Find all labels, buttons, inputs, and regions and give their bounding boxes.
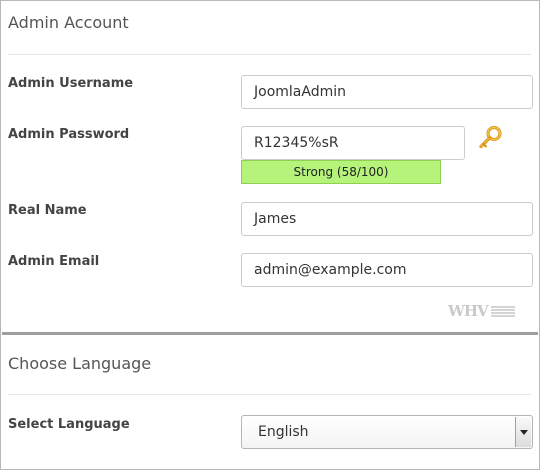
watermark-logo-lines — [490, 305, 515, 317]
password-strength-meter: Strong (58/100) — [241, 160, 441, 184]
admin-email-label: Admin Email — [8, 254, 100, 269]
language-select-value: English — [258, 424, 309, 440]
admin-email-input[interactable]: admin@example.com — [241, 253, 533, 287]
admin-password-label: Admin Password — [8, 127, 130, 142]
generate-password-button[interactable] — [477, 125, 503, 151]
dropdown-arrow-button[interactable] — [515, 417, 531, 447]
installer-panel: Admin Account Admin Username JoomlaAdmin… — [0, 0, 540, 470]
choose-language-heading: Choose Language — [8, 354, 152, 373]
real-name-label: Real Name — [8, 203, 87, 218]
watermark-logo-text: WHV — [448, 302, 489, 320]
key-icon — [479, 126, 502, 149]
admin-username-input[interactable]: JoomlaAdmin — [241, 75, 533, 109]
admin-account-heading: Admin Account — [8, 13, 129, 32]
section-divider — [2, 332, 538, 335]
divider — [8, 54, 531, 55]
chevron-down-icon — [519, 429, 528, 435]
watermark-logo: WHV — [448, 301, 515, 321]
language-select[interactable]: English — [241, 415, 533, 449]
admin-username-label: Admin Username — [8, 76, 134, 91]
admin-password-input[interactable]: R12345%sR — [241, 126, 465, 160]
divider — [8, 394, 531, 395]
real-name-input[interactable]: James — [241, 202, 533, 236]
select-language-label: Select Language — [8, 417, 130, 432]
